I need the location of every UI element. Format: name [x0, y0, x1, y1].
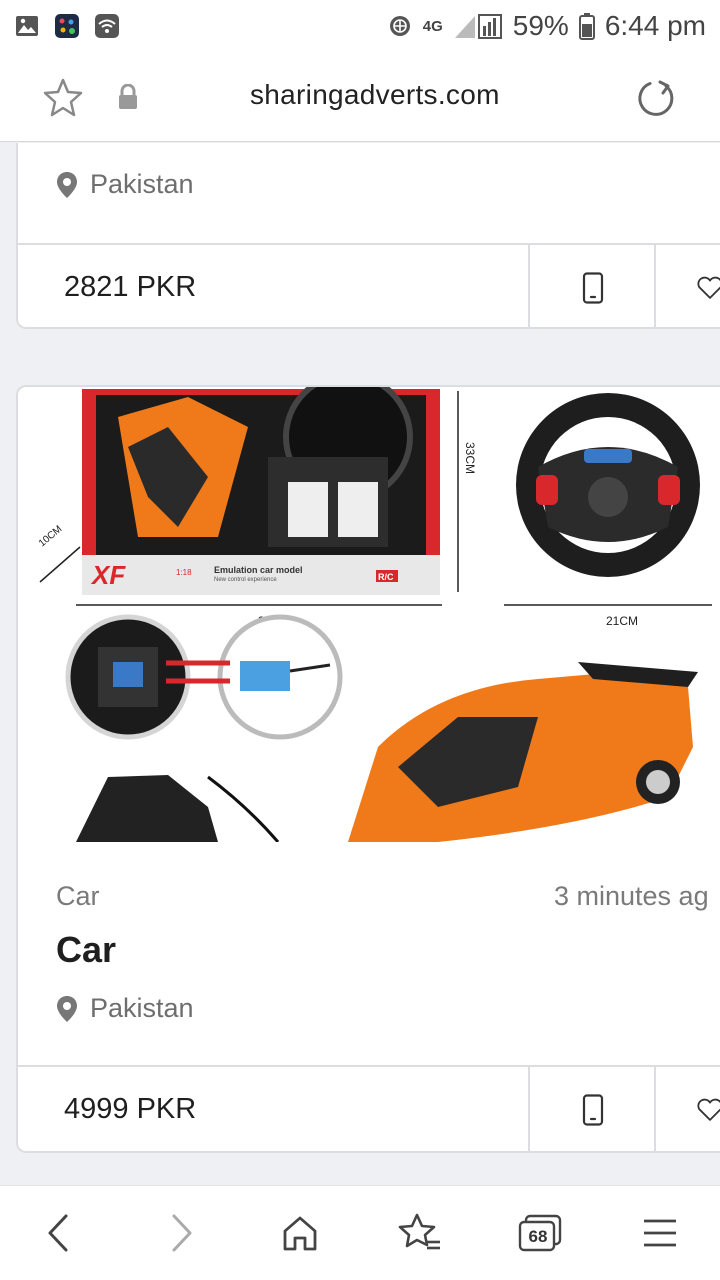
lock-icon — [119, 84, 137, 109]
url-text[interactable]: sharingadverts.com — [250, 79, 500, 111]
phone-icon — [582, 1094, 604, 1126]
battery-percent: 59% — [512, 10, 569, 41]
listing-image[interactable]: XF 1:18 Emulation car model New control … — [18, 387, 720, 842]
chevron-right-icon — [172, 1214, 192, 1252]
tabs-button[interactable]: 68 — [516, 1208, 564, 1258]
menu-button[interactable] — [636, 1208, 684, 1258]
location-text: Pakistan — [90, 169, 194, 199]
location-pin-icon — [57, 995, 77, 1022]
price-row: 2821 PKR — [18, 243, 720, 329]
signal-icon — [454, 14, 502, 39]
app-notification-icon — [55, 14, 79, 38]
gallery-icon — [16, 16, 38, 36]
product-photo: XF 1:18 Emulation car model New control … — [18, 387, 720, 842]
phone-icon — [582, 272, 604, 304]
call-button[interactable] — [578, 1091, 608, 1129]
wheel-width-label: 21CM — [606, 614, 638, 628]
browser-bottom-nav: 68 — [0, 1185, 720, 1280]
box-subcaption: New control experience — [214, 577, 277, 583]
listings-feed[interactable]: Pakistan 2821 PKR XF 1:18 Emulation car … — [0, 143, 720, 1185]
wifi-icon — [95, 14, 119, 38]
box-scale: 1:18 — [176, 568, 192, 577]
favorite-button[interactable] — [696, 1093, 720, 1127]
listing-card[interactable]: Pakistan 2821 PKR — [16, 143, 720, 329]
divider — [654, 1067, 656, 1151]
forward-button[interactable] — [160, 1208, 204, 1258]
browser-url-bar: sharingadverts.com — [0, 52, 720, 142]
bookmarks-button[interactable] — [394, 1208, 446, 1258]
home-icon — [283, 1216, 317, 1251]
tab-count: 68 — [528, 1227, 548, 1246]
reload-icon — [638, 80, 674, 116]
price-row: 4999 PKR — [18, 1065, 720, 1151]
network-type: 4G — [422, 17, 443, 35]
listing-time: 3 minutes ag — [554, 881, 709, 911]
location-pin-icon — [57, 171, 77, 198]
location-text: Pakistan — [90, 993, 194, 1023]
bookmark-star-button[interactable] — [40, 74, 86, 120]
listing-price: 2821 PKR — [64, 271, 197, 303]
box-brand: XF — [90, 560, 126, 590]
divider — [654, 245, 656, 329]
clock: 6:44 pm — [604, 10, 706, 41]
heart-icon — [697, 1098, 720, 1121]
star-list-icon — [398, 1213, 440, 1250]
back-button[interactable] — [36, 1208, 80, 1258]
heart-icon — [697, 276, 720, 299]
star-icon — [43, 78, 83, 117]
listing-card[interactable]: XF 1:18 Emulation car model New control … — [16, 385, 720, 1153]
battery-icon — [578, 13, 595, 40]
box-caption: Emulation car model — [214, 565, 303, 575]
status-bar: 4G 59% 6:44 pm — [0, 0, 720, 52]
chevron-left-icon — [48, 1214, 68, 1252]
secure-lock[interactable] — [114, 82, 142, 112]
listing-location: Pakistan — [56, 993, 194, 1024]
home-button[interactable] — [276, 1208, 324, 1258]
globe-icon — [389, 16, 410, 36]
divider — [528, 1067, 530, 1151]
divider — [528, 245, 530, 329]
favorite-button[interactable] — [696, 271, 720, 305]
listing-category[interactable]: Car — [56, 881, 100, 912]
call-button[interactable] — [578, 269, 608, 307]
reload-button[interactable] — [632, 74, 680, 122]
listing-title[interactable]: Car — [56, 929, 116, 971]
listing-location: Pakistan — [56, 169, 194, 200]
hamburger-menu-icon — [644, 1219, 676, 1247]
box-badge: R/C — [378, 572, 394, 582]
listing-price: 4999 PKR — [64, 1093, 197, 1125]
box-height-label: 33CM — [463, 442, 477, 474]
